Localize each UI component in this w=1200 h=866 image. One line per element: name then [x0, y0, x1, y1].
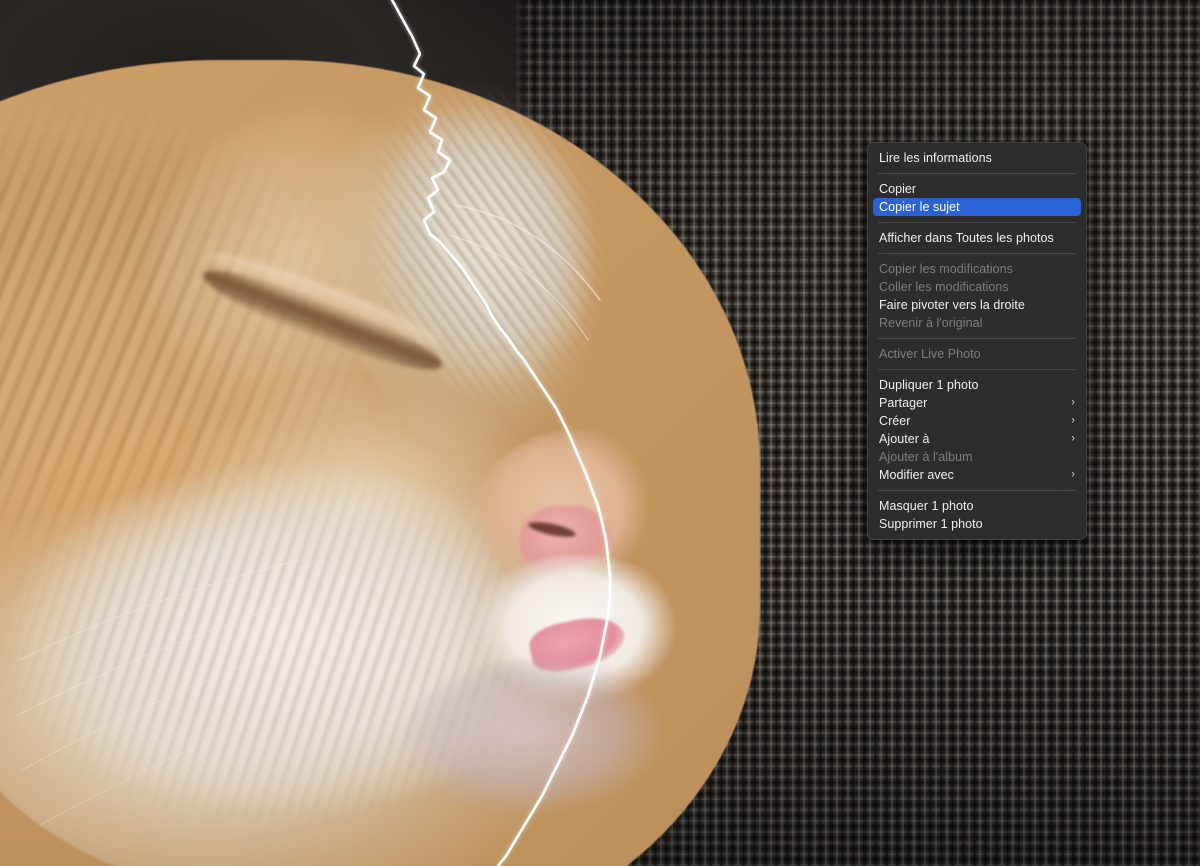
menu-item-revenir-a-l-original: Revenir à l'original — [873, 314, 1081, 332]
menu-group: Afficher dans Toutes les photos — [868, 227, 1086, 249]
menu-item-label: Partager — [879, 396, 928, 410]
menu-separator — [878, 490, 1076, 491]
chevron-right-icon: › — [1071, 396, 1075, 408]
menu-item-label: Copier — [879, 182, 917, 196]
menu-item-supprimer-1-photo[interactable]: Supprimer 1 photo — [873, 515, 1081, 533]
menu-item-label: Activer Live Photo — [879, 347, 981, 361]
chevron-right-icon: › — [1071, 432, 1075, 444]
menu-item-copier[interactable]: Copier — [873, 180, 1081, 198]
menu-separator — [878, 369, 1076, 370]
menu-item-partager[interactable]: Partager › — [873, 394, 1081, 412]
menu-item-ajouter-a-l-album: Ajouter à l'album — [873, 448, 1081, 466]
menu-group: Copier les modifications Coller les modif… — [868, 258, 1086, 334]
menu-item-lire-les-informations[interactable]: Lire les informations — [873, 149, 1081, 167]
menu-separator — [878, 253, 1076, 254]
menu-item-label: Lire les informations — [879, 151, 992, 165]
menu-group: Activer Live Photo — [868, 343, 1086, 365]
menu-group: Masquer 1 photo Supprimer 1 photo — [868, 495, 1086, 535]
menu-item-copier-le-sujet[interactable]: Copier le sujet — [873, 198, 1081, 216]
menu-item-dupliquer-1-photo[interactable]: Dupliquer 1 photo — [873, 376, 1081, 394]
menu-item-label: Revenir à l'original — [879, 316, 983, 330]
menu-item-label: Modifier avec — [879, 468, 954, 482]
menu-item-label: Dupliquer 1 photo — [879, 378, 979, 392]
menu-group: Lire les informations — [868, 147, 1086, 169]
menu-item-label: Créer — [879, 414, 911, 428]
menu-item-copier-les-modifications: Copier les modifications — [873, 260, 1081, 278]
menu-item-ajouter-a[interactable]: Ajouter à › — [873, 430, 1081, 448]
menu-item-label: Coller les modifications — [879, 280, 1009, 294]
menu-group: Dupliquer 1 photo Partager › Créer › Ajouter … — [868, 374, 1086, 486]
context-menu[interactable]: Lire les informations Copier Copier le suj… — [867, 142, 1087, 540]
chevron-right-icon: › — [1071, 414, 1075, 426]
menu-item-modifier-avec[interactable]: Modifier avec › — [873, 466, 1081, 484]
menu-separator — [878, 173, 1076, 174]
menu-group: Copier Copier le sujet — [868, 178, 1086, 218]
menu-item-masquer-1-photo[interactable]: Masquer 1 photo — [873, 497, 1081, 515]
menu-separator — [878, 222, 1076, 223]
menu-item-label: Faire pivoter vers la droite — [879, 298, 1025, 312]
menu-item-coller-les-modifications: Coller les modifications — [873, 278, 1081, 296]
menu-item-label: Copier le sujet — [879, 200, 960, 214]
menu-item-creer[interactable]: Créer › — [873, 412, 1081, 430]
menu-item-label: Afficher dans Toutes les photos — [879, 231, 1054, 245]
menu-item-label: Ajouter à l'album — [879, 450, 973, 464]
menu-item-faire-pivoter-vers-la-droite[interactable]: Faire pivoter vers la droite — [873, 296, 1081, 314]
menu-item-afficher-dans-toutes-les-photos[interactable]: Afficher dans Toutes les photos — [873, 229, 1081, 247]
menu-item-label: Copier les modifications — [879, 262, 1013, 276]
menu-item-label: Supprimer 1 photo — [879, 517, 983, 531]
menu-item-activer-live-photo: Activer Live Photo — [873, 345, 1081, 363]
menu-item-label: Masquer 1 photo — [879, 499, 974, 513]
chevron-right-icon: › — [1071, 468, 1075, 480]
menu-item-label: Ajouter à — [879, 432, 930, 446]
menu-separator — [878, 338, 1076, 339]
